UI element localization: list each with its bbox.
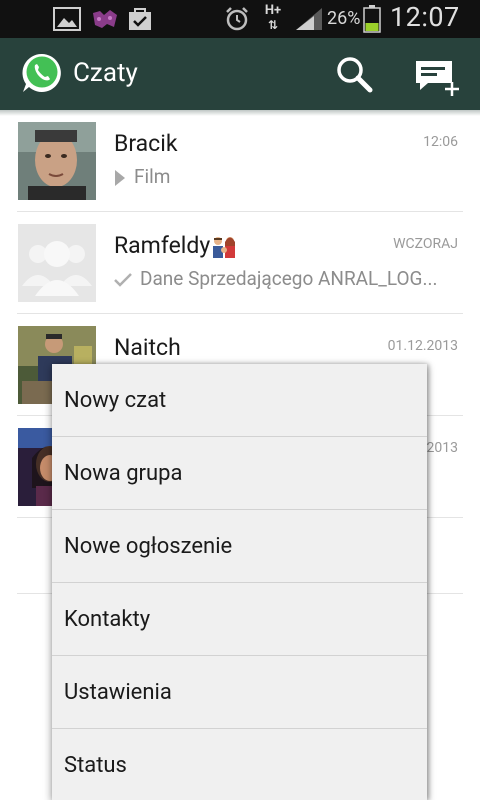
menu-item-label: Status [64, 753, 127, 778]
chat-time: 12:06 [423, 134, 458, 150]
action-bar: Czaty [0, 38, 480, 110]
menu-item-label: Nowe ogłoszenie [64, 534, 233, 559]
chat-row[interactable]: Bracik 12:06 Film [0, 110, 480, 212]
page-title: Czaty [73, 58, 138, 88]
chat-preview: Dane Sprzedającego ANRAL_LOG... [114, 267, 438, 290]
chat-name: Naitch [114, 334, 181, 361]
chat-time: 01.12.2013 [387, 338, 458, 354]
menu-item-new-chat[interactable]: Nowy czat [52, 364, 427, 437]
menu-item-label: Nowa grupa [64, 461, 183, 486]
gamepad-icon [93, 10, 117, 28]
chat-time: 2013 [426, 440, 458, 456]
menu-item-new-group[interactable]: Nowa grupa [52, 437, 427, 510]
menu-item-label: Nowy czat [64, 388, 167, 413]
menu-item-label: Kontakty [64, 607, 151, 632]
chat-preview-text: Dane Sprzedającego ANRAL_LOG... [140, 267, 438, 290]
whatsapp-logo-icon[interactable] [20, 51, 64, 95]
network-type-label: H+ [264, 3, 282, 18]
family-emoji-icon [213, 236, 236, 258]
chat-name: Ramfeldy [114, 232, 237, 259]
new-chat-icon[interactable] [412, 58, 462, 98]
alarm-icon [226, 7, 248, 31]
avatar[interactable] [18, 224, 96, 302]
clock: 12:07 [390, 1, 460, 33]
chat-preview: Film [114, 165, 170, 188]
battery-icon [363, 5, 381, 33]
menu-item-label: Ustawienia [64, 680, 172, 705]
menu-item-status[interactable]: Status [52, 729, 427, 800]
shopping-bag-icon [129, 8, 151, 30]
chat-preview-text: Film [134, 165, 171, 188]
check-icon [114, 273, 132, 287]
chat-name-text: Ramfeldy [114, 232, 211, 259]
play-icon [115, 169, 125, 186]
signal-icon [296, 8, 322, 30]
chat-time: WCZORAJ [393, 236, 458, 252]
battery-percent: 26% [327, 8, 361, 29]
overflow-menu: Nowy czat Nowa grupa Nowe ogłoszenie Kon… [52, 364, 427, 800]
avatar[interactable] [18, 122, 96, 200]
menu-item-contacts[interactable]: Kontakty [52, 583, 427, 656]
gallery-icon [53, 7, 81, 31]
chat-name: Bracik [114, 130, 178, 157]
network-type-indicator: H+ ⇅ [262, 4, 284, 34]
status-bar: H+ ⇅ 26% 12:07 [0, 0, 480, 38]
menu-item-settings[interactable]: Ustawienia [52, 656, 427, 729]
chat-row[interactable]: Ramfeldy WCZORAJ Dane Sprzedającego ANRA… [0, 212, 480, 314]
search-icon[interactable] [334, 54, 374, 94]
menu-item-new-broadcast[interactable]: Nowe ogłoszenie [52, 510, 427, 583]
